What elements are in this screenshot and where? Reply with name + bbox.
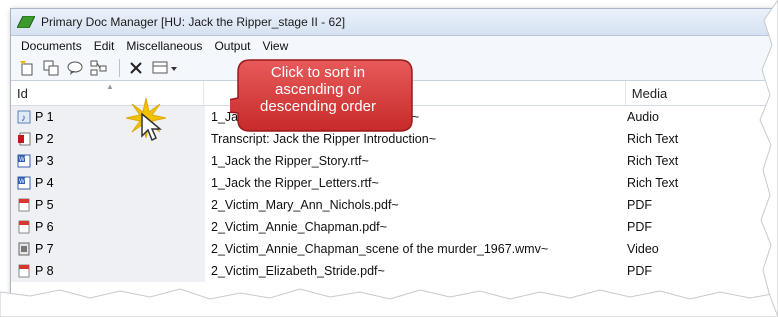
- torn-edge-decoration: [0, 0, 778, 317]
